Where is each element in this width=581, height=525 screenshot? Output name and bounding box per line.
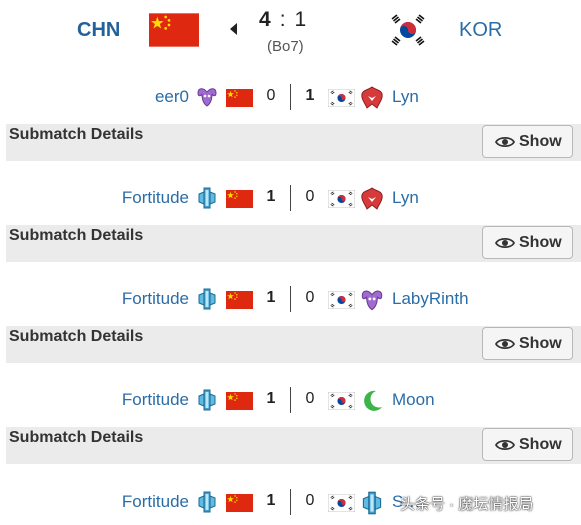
show-details-button[interactable]: Show [482, 428, 573, 461]
terran-race-icon [194, 387, 220, 413]
score-divider [290, 489, 291, 515]
submatch-details-bar: Submatch Details Show [6, 225, 581, 262]
show-button-label: Show [519, 234, 562, 251]
submatch-details-bar: Submatch Details Show [6, 124, 581, 161]
score-separator: : [279, 8, 286, 31]
china-flag-icon [226, 89, 253, 107]
score-divider [290, 185, 291, 211]
submatch-details-bar: Submatch Details Show [6, 427, 581, 464]
series-score: 4:1 [259, 8, 306, 32]
terran-race-icon [194, 286, 220, 312]
show-button-label: Show [519, 335, 562, 352]
submatch-details-label: Submatch Details [9, 328, 144, 345]
right-score: 0 [305, 188, 315, 205]
submatch-details-label: Submatch Details [9, 227, 144, 244]
right-player-name[interactable]: Moon [392, 390, 435, 410]
eye-icon [494, 135, 516, 149]
left-score: 1 [266, 289, 276, 306]
korea-flag-icon [327, 290, 356, 310]
china-flag-icon [226, 494, 253, 512]
right-player-name[interactable]: Lyn [392, 188, 419, 208]
terran-race-icon [194, 185, 220, 211]
eye-icon [494, 236, 516, 250]
match-header: CHN 4:1 (Bo7) KOR [0, 0, 581, 62]
terran-race-icon [358, 489, 386, 517]
previous-arrow-icon[interactable] [230, 23, 237, 35]
left-player-name[interactable]: Fortitude [122, 390, 189, 410]
score-left: 4 [259, 8, 271, 31]
right-score: 0 [305, 289, 315, 306]
left-player-name[interactable]: Fortitude [122, 188, 189, 208]
match-row: Fortitude 1 0 LabyRinth [0, 284, 581, 314]
korea-flag-icon [327, 189, 356, 209]
show-details-button[interactable]: Show [482, 125, 573, 158]
china-flag-icon [226, 392, 253, 410]
team-right-name[interactable]: KOR [459, 19, 502, 42]
korea-flag-icon [327, 493, 356, 513]
eye-icon [494, 337, 516, 351]
china-flag-icon [226, 190, 253, 208]
left-score: 1 [266, 390, 276, 407]
korea-flag-icon [327, 391, 356, 411]
zerg-race-icon [358, 286, 386, 314]
show-button-label: Show [519, 133, 562, 150]
zerg-race-icon [194, 84, 220, 110]
right-player-name[interactable]: LabyRinth [392, 289, 469, 309]
show-button-label: Show [519, 436, 562, 453]
team-left-name[interactable]: CHN [77, 19, 120, 42]
show-details-button[interactable]: Show [482, 327, 573, 360]
left-score: 0 [266, 87, 276, 104]
korea-flag-icon [387, 12, 429, 48]
score-divider [290, 84, 291, 110]
score-right: 1 [294, 8, 307, 31]
submatch-details-label: Submatch Details [9, 126, 144, 143]
score-divider [290, 387, 291, 413]
left-player-name[interactable]: Fortitude [122, 289, 189, 309]
china-flag-icon [149, 13, 199, 47]
eye-icon [494, 438, 516, 452]
protoss-race-icon [358, 84, 386, 112]
series-format: (Bo7) [267, 38, 304, 55]
match-row: Fortitude 1 0 Moon [0, 385, 581, 415]
show-details-button[interactable]: Show [482, 226, 573, 259]
korea-flag-icon [327, 88, 356, 108]
right-score: 1 [305, 87, 315, 104]
protoss-race-icon [358, 185, 386, 213]
right-player-name[interactable]: Lyn [392, 87, 419, 107]
submatch-details-bar: Submatch Details Show [6, 326, 581, 363]
submatch-details-label: Submatch Details [9, 429, 144, 446]
left-score: 1 [266, 188, 276, 205]
left-player-name[interactable]: Fortitude [122, 492, 189, 512]
match-row: eer0 0 1 Lyn [0, 82, 581, 112]
left-score: 1 [266, 492, 276, 509]
score-divider [290, 286, 291, 312]
night-elf-race-icon [358, 387, 386, 415]
right-score: 0 [305, 492, 315, 509]
watermark-text: 头条号 · 魔坛情报局 [400, 496, 534, 513]
china-flag-icon [226, 291, 253, 309]
right-score: 0 [305, 390, 315, 407]
terran-race-icon [194, 489, 220, 515]
left-player-name[interactable]: eer0 [155, 87, 189, 107]
match-row: Fortitude 1 0 Lyn [0, 183, 581, 213]
